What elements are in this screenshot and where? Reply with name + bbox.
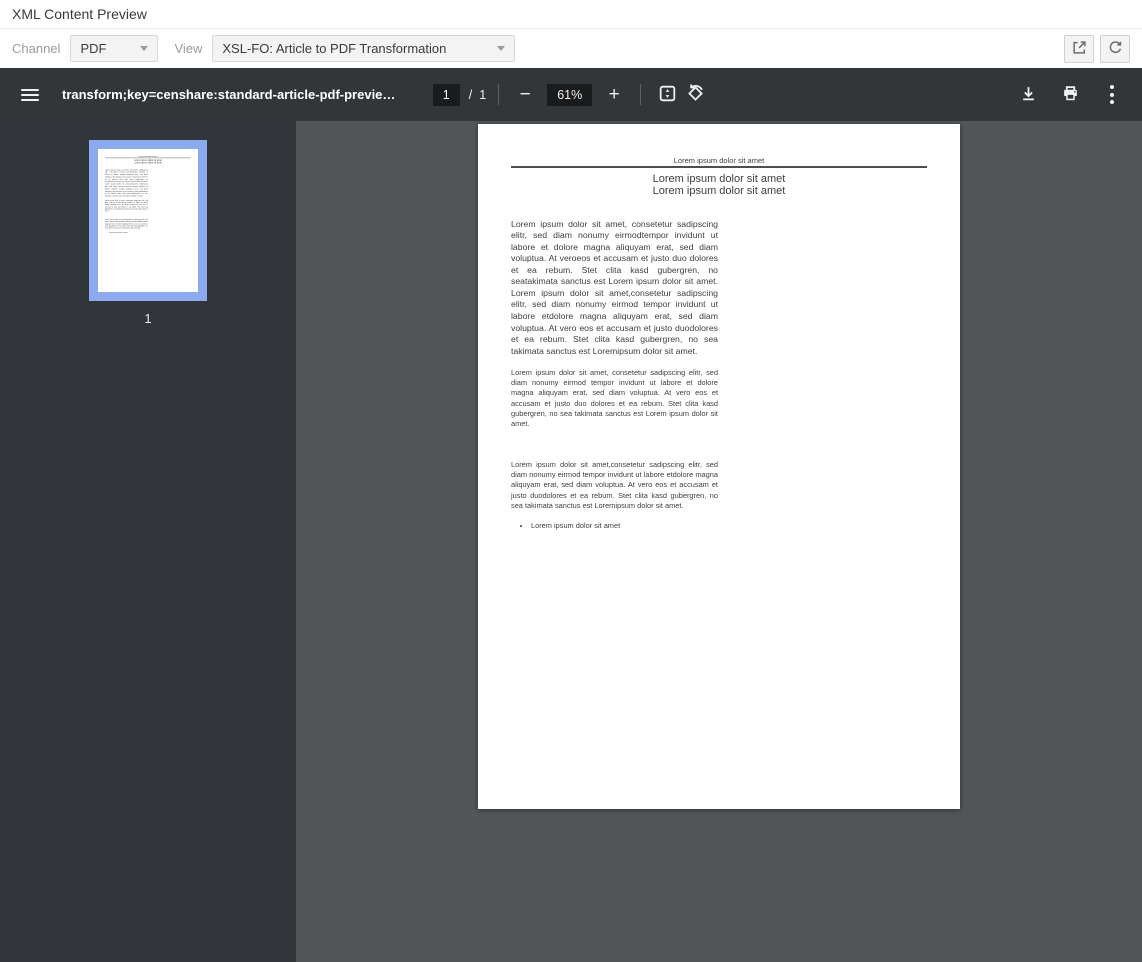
doc-title-line2: Lorem ipsum dolor sit amet — [105, 162, 191, 165]
document-filename: transform;key=censhare:standard-article-… — [62, 87, 395, 102]
doc-title-line2: Lorem ipsum dolor sit amet — [511, 185, 927, 197]
print-icon — [1062, 85, 1079, 105]
view-select[interactable]: XSL-FO: Article to PDF Transformation — [212, 35, 515, 62]
channel-select[interactable]: PDF — [70, 35, 158, 62]
sidebar-toggle-button[interactable] — [16, 81, 44, 109]
toolbar-center: / 1 − 61% + — [433, 81, 709, 109]
controls-row: Channel PDF View XSL-FO: Article to PDF … — [0, 29, 1142, 68]
download-button[interactable] — [1014, 81, 1042, 109]
toolbar-right — [709, 81, 1126, 109]
doc-paragraph-2: Lorem ipsum dolor sit amet, consetetur s… — [105, 200, 148, 213]
doc-paragraph-3: Lorem ipsum dolor sit amet,consetetur sa… — [511, 460, 718, 511]
more-options-button[interactable] — [1098, 81, 1126, 109]
fit-to-page-button[interactable] — [653, 81, 681, 109]
doc-paragraph-3: Lorem ipsum dolor sit amet,consetetur sa… — [105, 219, 148, 230]
minus-icon: − — [520, 85, 531, 104]
zoom-level[interactable]: 61% — [547, 84, 592, 106]
doc-bullet-item: Lorem ipsum dolor sit amet — [531, 521, 718, 531]
plus-icon: + — [609, 85, 620, 104]
doc-title-line1: Lorem ipsum dolor sit amet — [511, 173, 927, 185]
page-separator: / — [469, 88, 472, 102]
print-button[interactable] — [1056, 81, 1084, 109]
thumbnail-document: Lorem ipsum dolor sit amet Lorem ipsum d… — [98, 149, 198, 291]
pdf-toolbar: transform;key=censhare:standard-article-… — [0, 68, 1142, 121]
toolbar-divider — [498, 84, 499, 105]
more-vertical-icon — [1110, 83, 1114, 105]
open-external-button[interactable] — [1064, 35, 1094, 63]
pdf-page: Lorem ipsum dolor sit amet Lorem ipsum d… — [478, 124, 960, 809]
app-header: XML Content Preview — [0, 0, 1142, 29]
channel-label: Channel — [12, 41, 60, 56]
hamburger-menu-icon — [21, 86, 39, 104]
rotate-icon — [685, 83, 706, 107]
view-select-value: XSL-FO: Article to PDF Transformation — [222, 41, 446, 56]
view-label: View — [174, 41, 202, 56]
page-number-input[interactable] — [433, 84, 460, 106]
thumbnail-page-number: 1 — [144, 311, 151, 326]
chevron-down-icon — [140, 46, 148, 51]
download-icon — [1020, 85, 1037, 105]
thumbnail-sidebar: Lorem ipsum dolor sit amet Lorem ipsum d… — [0, 121, 296, 962]
refresh-icon — [1108, 40, 1123, 58]
doc-paragraph-1: Lorem ipsum dolor sit amet, consetetur s… — [105, 169, 148, 198]
doc-header-small: Lorem ipsum dolor sit amet — [511, 156, 927, 165]
rotate-button[interactable] — [681, 81, 709, 109]
page-thumbnail[interactable]: Lorem ipsum dolor sit amet Lorem ipsum d… — [89, 140, 207, 301]
page-thumbnail-preview: Lorem ipsum dolor sit amet Lorem ipsum d… — [98, 149, 198, 292]
chevron-down-icon — [497, 46, 505, 51]
zoom-in-button[interactable]: + — [600, 81, 628, 109]
toolbar-left: transform;key=censhare:standard-article-… — [16, 81, 433, 109]
channel-select-value: PDF — [80, 41, 106, 56]
toolbar-divider — [640, 84, 641, 105]
doc-paragraph-2: Lorem ipsum dolor sit amet, consetetur s… — [511, 368, 718, 429]
pdf-canvas[interactable]: Lorem ipsum dolor sit amet Lorem ipsum d… — [296, 121, 1142, 962]
doc-bullet-item: Lorem ipsum dolor sit amet — [109, 231, 148, 233]
page-total: 1 — [479, 88, 486, 102]
doc-paragraph-1: Lorem ipsum dolor sit amet, consetetur s… — [511, 219, 718, 358]
open-in-new-icon — [1072, 40, 1087, 58]
viewer-area: Lorem ipsum dolor sit amet Lorem ipsum d… — [0, 121, 1142, 962]
zoom-out-button[interactable]: − — [511, 81, 539, 109]
page-title: XML Content Preview — [12, 6, 147, 22]
doc-rule — [511, 166, 927, 168]
fit-to-page-icon — [657, 83, 678, 107]
refresh-button[interactable] — [1100, 35, 1130, 63]
